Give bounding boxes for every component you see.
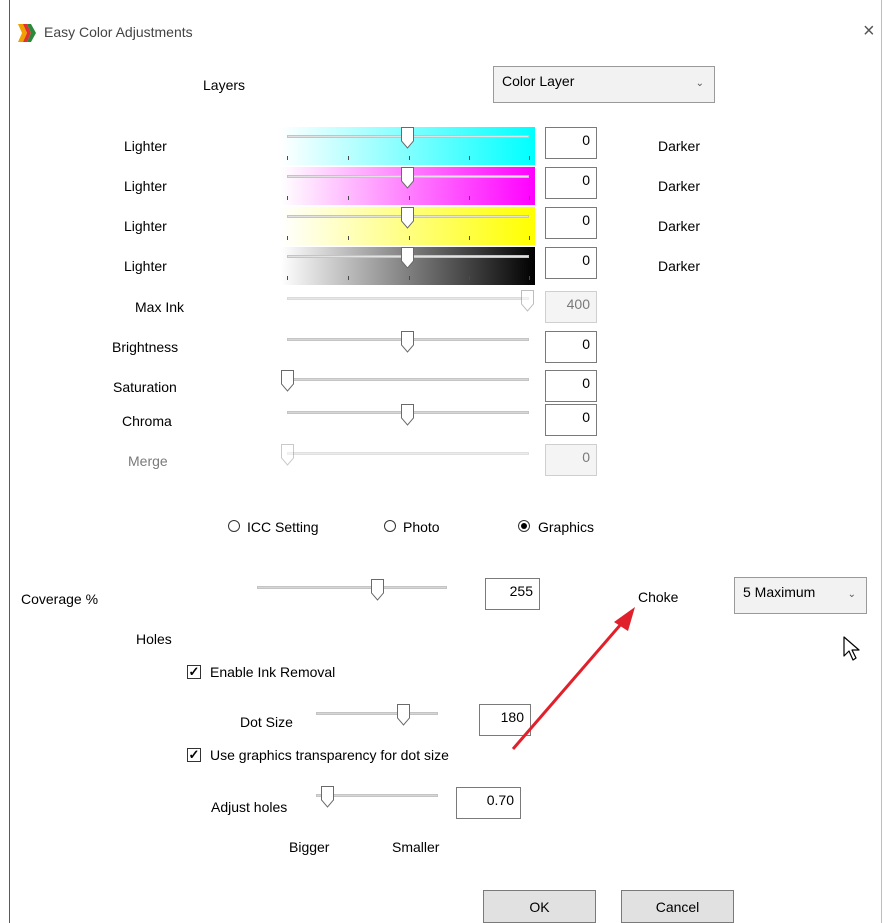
layers-dropdown[interactable]: Color Layer ⌄	[493, 66, 715, 103]
darker-label: Darker	[658, 138, 701, 154]
color-value-field[interactable]: 0	[545, 247, 597, 279]
enable-ink-removal-label[interactable]: Enable Ink Removal	[210, 664, 335, 680]
lighter-label: Lighter	[124, 258, 167, 274]
slider-tick	[529, 276, 530, 280]
dot-size-label: Dot Size	[240, 714, 293, 730]
slider-thumb[interactable]	[401, 127, 414, 149]
slider-tick	[529, 156, 530, 160]
radio-graphics[interactable]	[518, 520, 530, 532]
app-logo-icon	[18, 24, 36, 42]
color-gradient-slider[interactable]	[281, 127, 535, 165]
chroma-slider-thumb[interactable]	[401, 404, 414, 426]
slider-tick	[469, 236, 470, 240]
radio-graphics-label[interactable]: Graphics	[538, 519, 594, 535]
saturation-slider-track[interactable]	[287, 378, 529, 381]
brightness-slider-thumb[interactable]	[401, 331, 414, 353]
slider-tick	[348, 236, 349, 240]
color-gradient-slider[interactable]	[281, 207, 535, 245]
bigger-label: Bigger	[289, 839, 330, 855]
max-ink-slider-thumb[interactable]	[521, 290, 534, 312]
darker-label: Darker	[658, 218, 701, 234]
close-icon[interactable]: ×	[863, 20, 875, 43]
choke-dropdown[interactable]: 5 Maximum ⌄	[734, 577, 867, 614]
slider-tick	[409, 156, 410, 160]
chevron-down-icon: ⌄	[695, 78, 704, 89]
color-value-field[interactable]: 0	[545, 167, 597, 199]
choke-selected-value: 5 Maximum	[743, 584, 816, 600]
merge-slider-thumb	[281, 444, 294, 466]
darker-label: Darker	[658, 258, 701, 274]
color-gradient-slider[interactable]	[281, 247, 535, 285]
adjust-holes-slider-thumb[interactable]	[321, 786, 334, 808]
chroma-label: Chroma	[122, 413, 172, 429]
saturation-label: Saturation	[113, 379, 177, 395]
radio-icc-setting[interactable]	[228, 520, 240, 532]
max-ink-slider-track[interactable]	[287, 297, 529, 300]
slider-tick	[469, 196, 470, 200]
saturation-value[interactable]: 0	[545, 370, 597, 402]
window-title: Easy Color Adjustments	[44, 24, 193, 40]
lighter-label: Lighter	[124, 178, 167, 194]
merge-label: Merge	[128, 453, 168, 469]
smaller-label: Smaller	[392, 839, 440, 855]
chevron-down-icon: ⌄	[847, 589, 856, 600]
merge-slider-track	[287, 452, 529, 455]
slider-tick	[529, 196, 530, 200]
slider-tick	[469, 276, 470, 280]
holes-label: Holes	[136, 631, 172, 647]
coverage-slider-track[interactable]	[257, 586, 447, 589]
chroma-value[interactable]: 0	[545, 404, 597, 436]
color-gradient-slider[interactable]	[281, 167, 535, 205]
slider-tick	[287, 156, 288, 160]
dot-size-slider-track[interactable]	[316, 712, 438, 715]
adjust-holes-slider-track[interactable]	[316, 794, 438, 797]
adjust-holes-label: Adjust holes	[211, 799, 288, 815]
radio-icc-setting-label[interactable]: ICC Setting	[247, 519, 319, 535]
slider-tick	[287, 276, 288, 280]
slider-tick	[409, 196, 410, 200]
lighter-label: Lighter	[124, 138, 167, 154]
slider-thumb[interactable]	[401, 207, 414, 229]
slider-thumb[interactable]	[401, 247, 414, 269]
darker-label: Darker	[658, 178, 701, 194]
slider-tick	[287, 196, 288, 200]
radio-photo[interactable]	[384, 520, 396, 532]
title-bar: Easy Color Adjustments ×	[0, 0, 883, 52]
max-ink-label: Max Ink	[135, 299, 185, 315]
coverage-label: Coverage %	[21, 591, 99, 607]
color-value-field[interactable]: 0	[545, 207, 597, 239]
annotation-arrow-icon	[511, 607, 635, 750]
mouse-cursor-icon	[843, 636, 860, 661]
ok-button[interactable]: OK	[483, 890, 596, 923]
use-graphics-transparency-label[interactable]: Use graphics transparency for dot size	[210, 747, 449, 763]
max-ink-value: 400	[545, 291, 597, 323]
brightness-value[interactable]: 0	[545, 331, 597, 363]
slider-tick	[409, 236, 410, 240]
layers-label: Layers	[203, 77, 246, 93]
dot-size-slider-thumb[interactable]	[397, 704, 410, 726]
slider-tick	[348, 276, 349, 280]
slider-thumb[interactable]	[401, 167, 414, 189]
enable-ink-removal-checkbox[interactable]: ✓	[187, 665, 201, 679]
saturation-slider-thumb[interactable]	[281, 370, 294, 392]
slider-tick	[348, 156, 349, 160]
slider-tick	[287, 236, 288, 240]
radio-photo-label[interactable]: Photo	[403, 519, 440, 535]
slider-tick	[409, 276, 410, 280]
color-value-field[interactable]: 0	[545, 127, 597, 159]
cancel-button[interactable]: Cancel	[621, 890, 734, 923]
merge-value: 0	[545, 444, 597, 476]
lighter-label: Lighter	[124, 218, 167, 234]
coverage-slider-thumb[interactable]	[371, 579, 384, 601]
slider-tick	[469, 156, 470, 160]
slider-tick	[348, 196, 349, 200]
brightness-label: Brightness	[112, 339, 179, 355]
slider-tick	[529, 236, 530, 240]
use-graphics-transparency-checkbox[interactable]: ✓	[187, 748, 201, 762]
layers-selected-value: Color Layer	[502, 73, 575, 89]
adjust-holes-value[interactable]: 0.70	[456, 787, 521, 819]
